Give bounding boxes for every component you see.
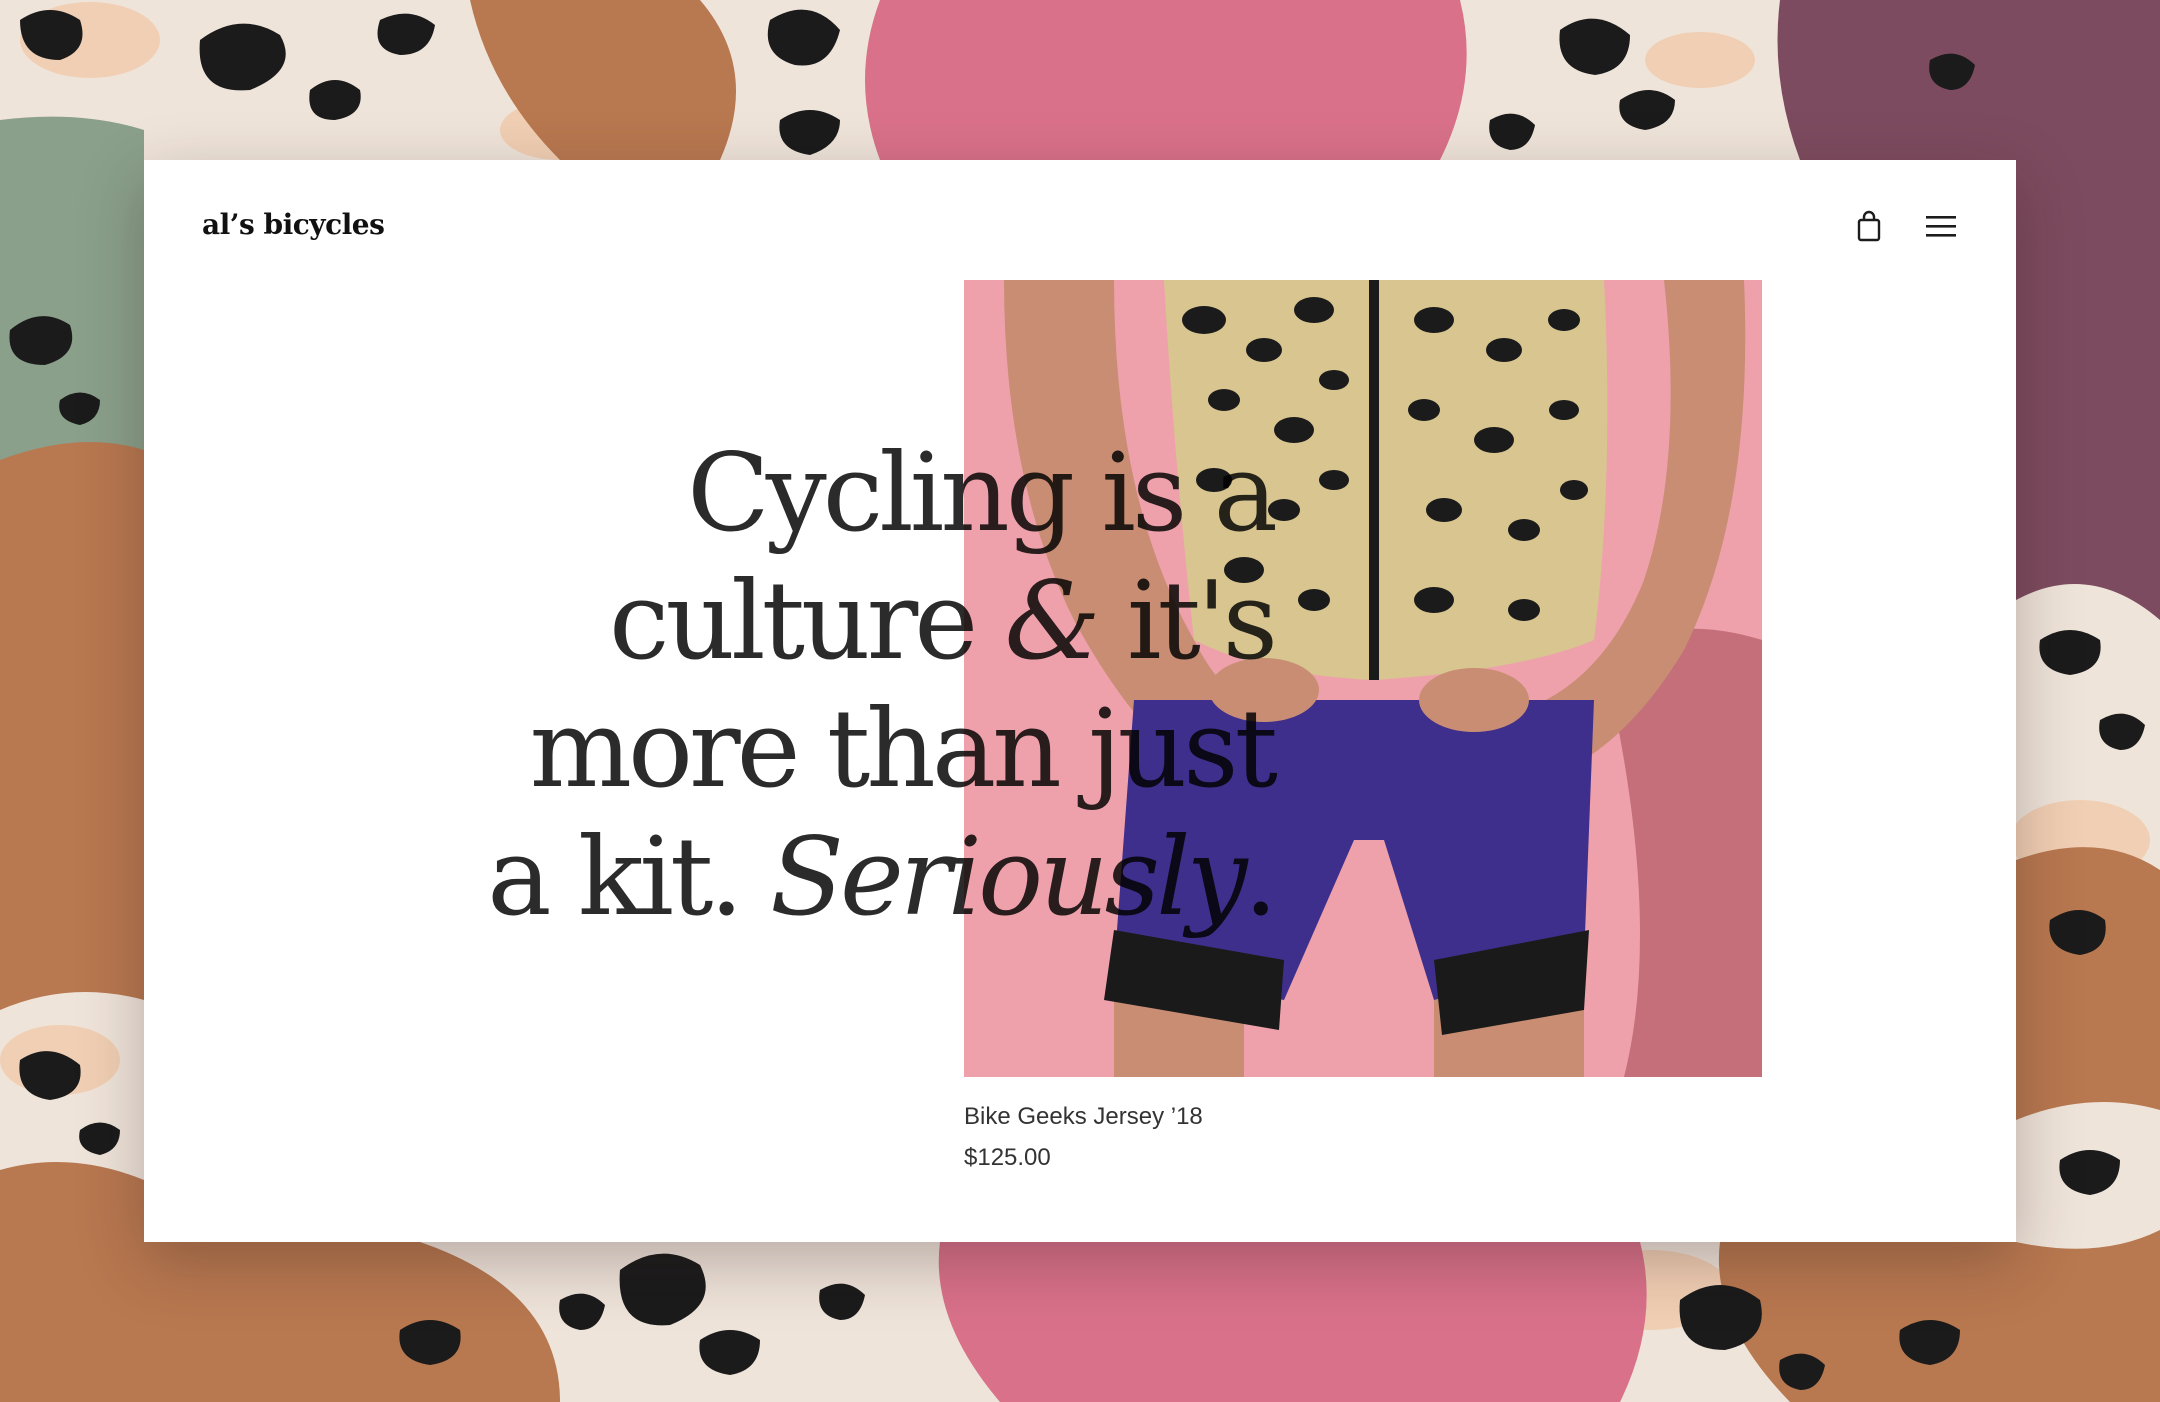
product-price: $125.00 [964, 1144, 1051, 1171]
headline-line-1: Cycling is a [687, 431, 1278, 556]
hero-headline: Cycling is a culture & it's more than ju… [424, 430, 1278, 942]
brand-logo[interactable]: al’s bicycles [202, 208, 385, 241]
product-name[interactable]: Bike Geeks Jersey ’18 [964, 1103, 1203, 1131]
hamburger-menu-icon[interactable] [1926, 214, 1956, 238]
headline-line-2: culture & it's [609, 559, 1278, 684]
content-card: al’s bicycles Cycling is a culture & it'… [144, 160, 2016, 1242]
headline-line-3: more than just [529, 687, 1278, 812]
headline-line-4: a kit. Seriously. [487, 815, 1278, 940]
shopping-bag-icon[interactable] [1856, 210, 1882, 242]
